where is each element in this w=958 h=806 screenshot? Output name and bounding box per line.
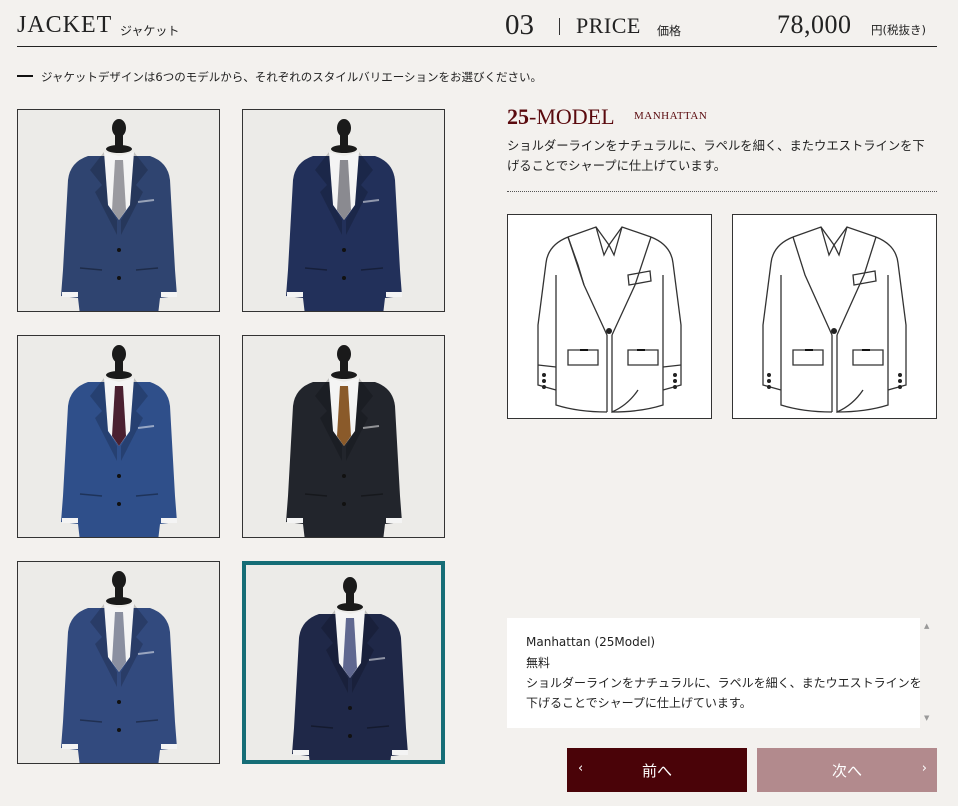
summary-model: Manhattan (25Model) (526, 635, 656, 649)
jacket-thumb-5[interactable] (17, 561, 220, 764)
model-title: 25-MODEL (507, 104, 615, 130)
section-title: JACKET (17, 12, 113, 38)
next-button-label: 次へ (831, 762, 862, 780)
summary-price: 無料 (526, 656, 551, 670)
jacket-thumb-1[interactable] (17, 109, 220, 312)
summary-desc-2: 下げることでシャープに仕上げています。 (526, 696, 752, 710)
step-number: 03 (505, 9, 534, 41)
jacket-image (246, 565, 441, 760)
jacket-thumb-6[interactable] (242, 561, 445, 764)
jacket-front-drawing (537, 226, 682, 413)
instruction: ジャケットデザインは6つのモデルから、それぞれのスタイルバリエーションをお選びく… (17, 69, 542, 85)
model-number: 25 (507, 104, 529, 129)
jacket-thumb-3[interactable] (17, 335, 220, 538)
price-label-jp: 価格 (657, 24, 682, 38)
dash-icon (17, 74, 33, 77)
page-header: JACKET ジャケット 03 PRICE 価格 78,000 円(税抜き) (17, 9, 937, 46)
chevron-right-icon: › (921, 761, 927, 776)
jacket-image (18, 110, 219, 311)
jacket-thumb-4[interactable] (242, 335, 445, 538)
jacket-sketch-back (732, 214, 937, 419)
jacket-image (243, 110, 444, 311)
price-label: PRICE (576, 13, 641, 38)
summary-desc-1: ショルダーラインをナチュラルに、ラペルを細く、またウエストラインを (526, 676, 922, 690)
model-description: ショルダーラインをナチュラルに、ラペルを細く、またウエストラインを下げることでシ… (507, 139, 925, 173)
header-divider (17, 46, 937, 47)
model-name: MANHATTAN (634, 110, 708, 122)
dotted-divider (507, 191, 937, 192)
selection-summary[interactable]: Manhattan (25Model) 無料 ショルダーラインをナチュラルに、ラ… (507, 618, 922, 728)
next-button[interactable]: 次へ › (757, 748, 937, 792)
price-unit: 円(税抜き) (871, 23, 926, 37)
prev-button-label: 前へ (641, 762, 672, 780)
model-label: -MODEL (529, 104, 615, 129)
header-separator (559, 18, 560, 35)
jacket-thumb-2[interactable] (242, 109, 445, 312)
instruction-text: ジャケットデザインは6つのモデルから、それぞれのスタイルバリエーションをお選びく… (41, 70, 543, 84)
scroll-down-icon[interactable]: ▼ (924, 714, 929, 722)
jacket-sketch-front (507, 214, 712, 419)
jacket-detail-drawing (762, 226, 907, 413)
scroll-up-icon[interactable]: ▲ (924, 622, 929, 630)
prev-button[interactable]: ‹ 前へ (567, 748, 747, 792)
jacket-image (243, 336, 444, 537)
section-title-jp: ジャケット (120, 24, 180, 38)
jacket-image (18, 336, 219, 537)
price-value: 78,000 (777, 10, 852, 39)
jacket-image (18, 562, 219, 763)
